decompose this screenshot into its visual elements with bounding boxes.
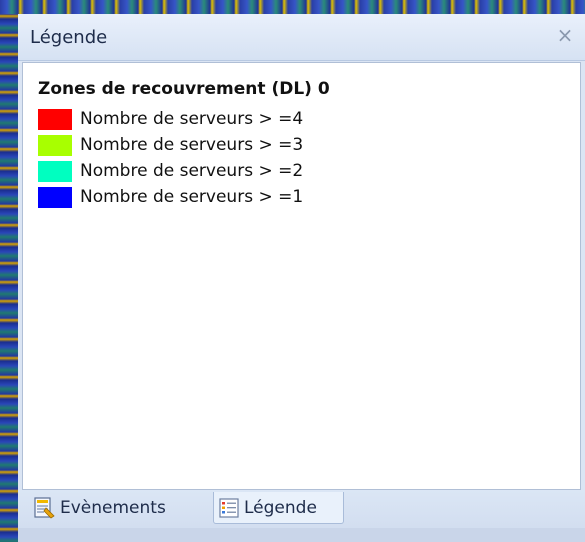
tab-events[interactable]: Evènements — [32, 492, 166, 524]
tab-legend-label: Légende — [244, 497, 317, 518]
legend-title: Zones de recouvrement (DL) 0 — [38, 79, 330, 99]
legend-item: Nombre de serveurs > =4 — [38, 106, 303, 132]
legend-content: Zones de recouvrement (DL) 0 Nombre de s… — [22, 62, 581, 490]
color-swatch — [38, 134, 72, 156]
panel-title: Légende — [30, 27, 108, 48]
legend-item-label: Nombre de serveurs > =2 — [80, 161, 304, 181]
legend-item-label: Nombre de serveurs > =1 — [80, 187, 304, 207]
tab-legend[interactable]: Légende — [213, 492, 344, 524]
color-swatch — [38, 160, 72, 182]
events-icon — [32, 496, 56, 520]
legend-item: Nombre de serveurs > =3 — [38, 132, 303, 158]
legend-icon — [218, 497, 240, 519]
close-icon[interactable]: × — [553, 23, 577, 47]
legend-item-label: Nombre de serveurs > =4 — [80, 109, 304, 129]
color-swatch — [38, 186, 72, 208]
tab-events-label: Evènements — [60, 498, 166, 518]
legend-item: Nombre de serveurs > =1 — [38, 184, 303, 210]
map-background-left — [0, 0, 18, 542]
status-strip — [18, 528, 585, 542]
legend-item: Nombre de serveurs > =2 — [38, 158, 303, 184]
legend-item-label: Nombre de serveurs > =3 — [80, 135, 304, 155]
panel-titlebar[interactable]: Légende × — [18, 14, 585, 61]
legend-list: Nombre de serveurs > =4 Nombre de serveu… — [38, 106, 303, 210]
legend-panel: Légende × Zones de recouvrement (DL) 0 N… — [18, 14, 585, 542]
legend-window: Légende × Zones de recouvrement (DL) 0 N… — [0, 0, 585, 542]
color-swatch — [38, 108, 72, 130]
map-background-top — [0, 0, 585, 14]
